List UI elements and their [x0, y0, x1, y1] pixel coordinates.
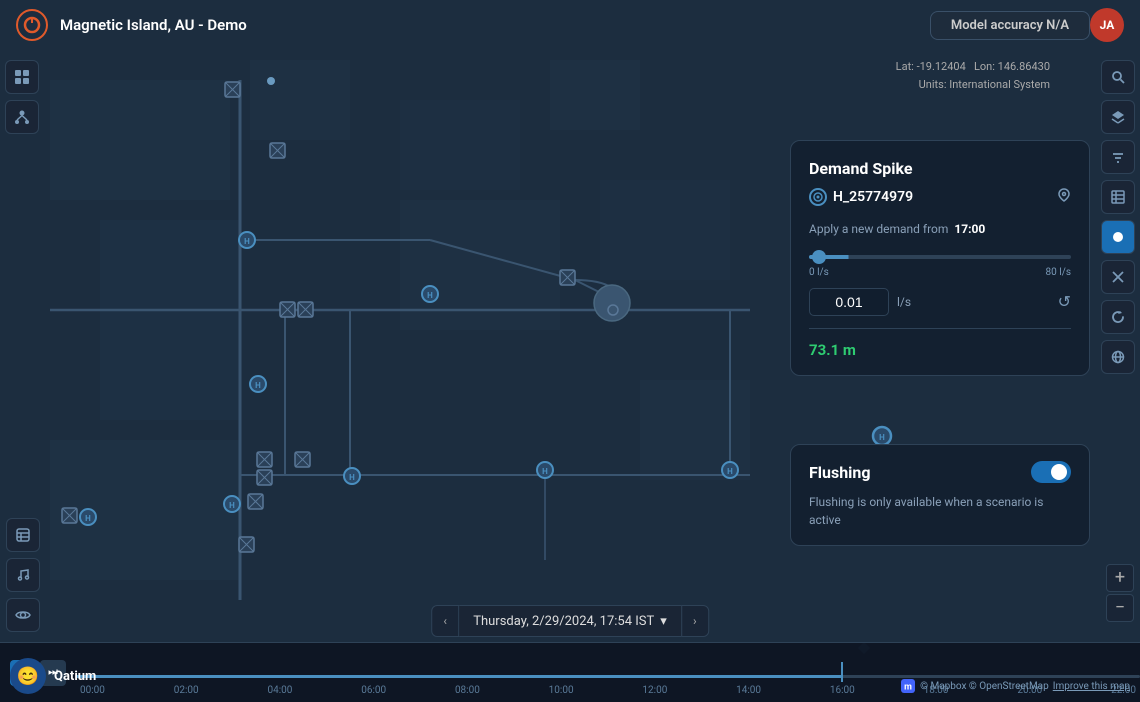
coordinates-display: Lat: -19.12404 Lon: 146.86430 Units: Int… — [896, 58, 1050, 93]
user-avatar[interactable]: JA — [1090, 8, 1124, 42]
zoom-in-button[interactable]: + — [1106, 564, 1134, 592]
svg-text:H: H — [255, 381, 261, 390]
visibility-button[interactable] — [6, 598, 40, 632]
lat-lon: Lat: -19.12404 Lon: 146.86430 — [896, 58, 1050, 76]
toolbar-cut[interactable] — [1101, 260, 1135, 294]
location-pin-icon[interactable] — [1057, 188, 1071, 206]
node-type-icon — [809, 188, 827, 206]
demand-unit-label: l/s — [897, 295, 1050, 309]
svg-text:m: m — [904, 683, 912, 693]
date-dropdown-icon: ▾ — [660, 614, 667, 629]
distance-display: 73.1 m — [809, 341, 1071, 359]
toolbar-filter[interactable] — [1101, 140, 1135, 174]
demand-spike-panel: Demand Spike H_25774979 Apply a new dema… — [790, 140, 1090, 376]
toolbar-globe[interactable] — [1101, 340, 1135, 374]
zoom-controls: + − — [1106, 564, 1134, 622]
svg-text:H: H — [542, 467, 548, 476]
demand-value-input[interactable] — [809, 288, 889, 316]
layers-button[interactable] — [6, 518, 40, 552]
bottom-left-controls — [6, 518, 40, 632]
timeline-cursor — [841, 662, 843, 682]
panel-divider — [809, 328, 1071, 329]
svg-text:H: H — [244, 237, 250, 246]
date-navigation: ‹ Thursday, 2/29/2024, 17:54 IST ▾ › — [431, 605, 709, 637]
time-12: 12:00 — [642, 685, 667, 696]
toolbar-refresh[interactable] — [1101, 300, 1135, 334]
right-toolbar — [1096, 50, 1140, 642]
qatium-logo: 😊 Qatium — [10, 658, 96, 694]
demand-from-label: Apply a new demand from 17:00 — [809, 222, 1071, 236]
music-button[interactable] — [6, 558, 40, 592]
demand-slider-container: 0 l/s 80 l/s — [809, 244, 1071, 278]
demand-slider[interactable] — [809, 255, 1071, 259]
svg-text:H: H — [879, 433, 885, 442]
app-logo — [16, 9, 48, 41]
date-prev-button[interactable]: ‹ — [431, 605, 459, 637]
units-display: Units: International System — [896, 76, 1050, 94]
slider-min-label: 0 l/s — [809, 267, 829, 278]
toolbar-table[interactable] — [1101, 180, 1135, 214]
app-title: Magnetic Island, AU - Demo — [60, 16, 930, 34]
svg-text:H: H — [727, 467, 733, 476]
node-id-label: H_25774979 — [833, 189, 913, 205]
toolbar-search[interactable] — [1101, 60, 1135, 94]
toolbar-layers[interactable] — [1101, 100, 1135, 134]
map-attribution: m © Mapbox © OpenStreetMap Improve this … — [900, 678, 1130, 694]
date-next-button[interactable]: › — [681, 605, 709, 637]
attribution-text: © Mapbox © OpenStreetMap — [920, 681, 1049, 692]
time-06: 06:00 — [361, 685, 386, 696]
date-display[interactable]: Thursday, 2/29/2024, 17:54 IST ▾ — [459, 605, 681, 637]
demand-panel-title: Demand Spike — [809, 159, 1071, 178]
date-text: Thursday, 2/29/2024, 17:54 IST — [473, 614, 654, 629]
timeline-progress — [76, 675, 842, 678]
reset-demand-button[interactable]: ↺ — [1058, 292, 1071, 312]
qatium-mascot-icon: 😊 — [10, 658, 46, 694]
top-bar: Magnetic Island, AU - Demo Model accurac… — [0, 0, 1140, 50]
improve-map-link[interactable]: Improve this map — [1053, 681, 1130, 692]
time-10: 10:00 — [549, 685, 574, 696]
time-16: 16:00 — [830, 685, 855, 696]
model-accuracy-badge: Model accuracy N/A — [930, 11, 1090, 40]
time-04: 04:00 — [267, 685, 292, 696]
time-08: 08:00 — [455, 685, 480, 696]
time-14: 14:00 — [736, 685, 761, 696]
demand-input-row: l/s ↺ — [809, 288, 1071, 316]
slider-max-label: 80 l/s — [1046, 267, 1071, 278]
qatium-name: Qatium — [54, 669, 96, 684]
svg-text:H: H — [85, 514, 91, 523]
sidebar-btn-grid[interactable] — [5, 60, 39, 94]
flushing-toggle[interactable] — [1031, 461, 1071, 483]
flushing-title: Flushing — [809, 463, 871, 482]
node-id-wrapper: H_25774979 — [809, 188, 913, 206]
flushing-header: Flushing — [809, 461, 1071, 483]
svg-text:H: H — [427, 291, 433, 300]
mapbox-logo-icon: m — [900, 678, 916, 694]
svg-text:H: H — [229, 501, 235, 510]
flushing-panel: Flushing Flushing is only available when… — [790, 444, 1090, 546]
zoom-out-button[interactable]: − — [1106, 594, 1134, 622]
sidebar-btn-network[interactable] — [5, 100, 39, 134]
flushing-description: Flushing is only available when a scenar… — [809, 493, 1071, 529]
svg-text:H: H — [349, 473, 355, 482]
node-row: H_25774979 — [809, 188, 1071, 206]
toolbar-dot-active[interactable] — [1101, 220, 1135, 254]
flushing-toggle-slider — [1031, 461, 1071, 483]
time-02: 02:00 — [174, 685, 199, 696]
